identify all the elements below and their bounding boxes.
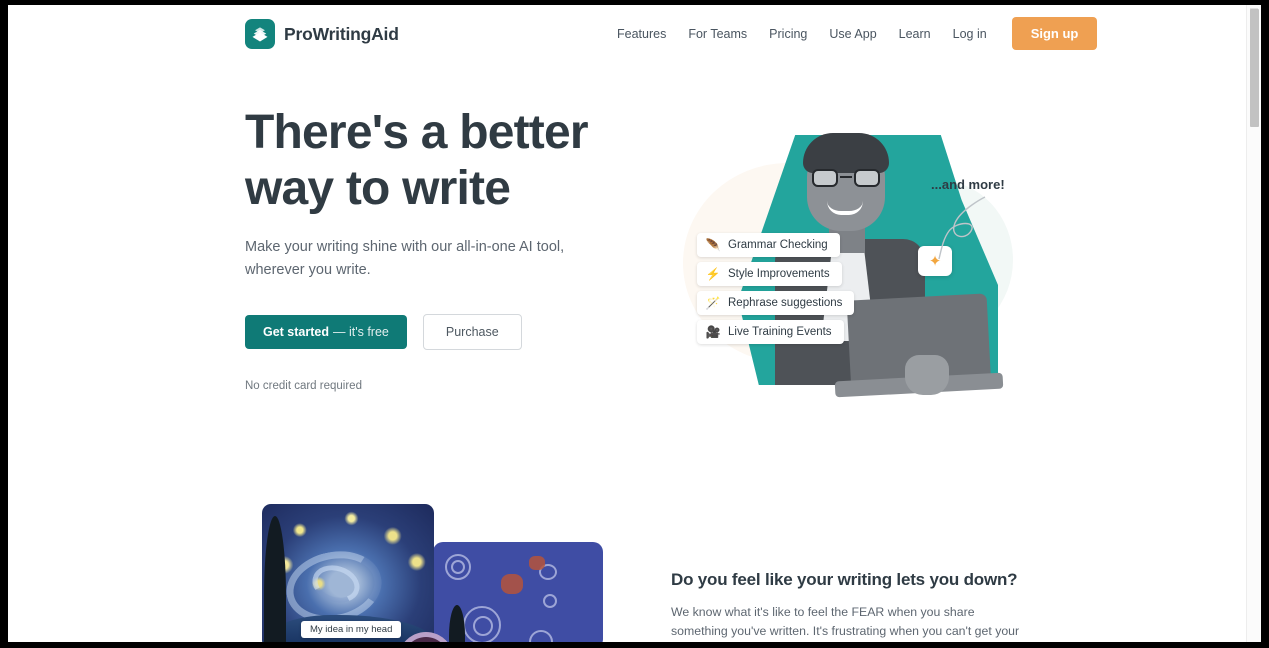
and-more-label: ...and more! xyxy=(931,177,1005,192)
sign-up-button[interactable]: Sign up xyxy=(1011,17,1098,50)
page-scrollbar[interactable] xyxy=(1246,5,1261,642)
feature-chip-label: Live Training Events xyxy=(728,326,832,338)
stacked-pages-logo-icon xyxy=(245,19,275,49)
idea-caption-label: My idea in my head xyxy=(301,621,402,638)
feature-chip-rephrase-suggestions[interactable]: 🪄 Rephrase suggestions xyxy=(697,291,855,315)
video-camera-icon: 🎥 xyxy=(705,325,721,339)
feature-chip-label: Style Improvements xyxy=(728,268,830,280)
browser-viewport: ProWritingAid Features For Teams Pricing… xyxy=(8,5,1261,642)
feature-chip-list: 🪶 Grammar Checking ⚡ Style Improvements … xyxy=(697,233,855,344)
hero-title-line-2: way to write xyxy=(245,162,511,215)
blue-doodle-panel xyxy=(433,542,603,642)
purchase-button[interactable]: Purchase xyxy=(422,314,522,350)
get-started-free-note: — it's free xyxy=(333,325,389,339)
feature-chip-style-improvements[interactable]: ⚡ Style Improvements xyxy=(697,262,842,286)
site-header: ProWritingAid Features For Teams Pricing… xyxy=(8,5,1246,61)
scrollbar-thumb[interactable] xyxy=(1250,9,1259,127)
feature-chip-label: Grammar Checking xyxy=(728,239,828,251)
get-started-label: Get started xyxy=(263,325,329,339)
main-navigation: Features For Teams Pricing Use App Learn… xyxy=(606,17,1098,50)
feature-chip-grammar-checking[interactable]: 🪶 Grammar Checking xyxy=(697,233,840,257)
nav-item-use-app[interactable]: Use App xyxy=(818,19,887,49)
glasses-icon xyxy=(810,169,882,187)
cypress-tree-silhouette xyxy=(449,605,465,642)
cypress-tree xyxy=(264,516,286,642)
hero-title: There's a better way to write xyxy=(245,105,645,217)
section-two-title: Do you feel like your writing lets you d… xyxy=(671,570,1018,589)
hero-cta-group: Get started — it's free Purchase xyxy=(245,314,645,350)
hero-title-line-1: There's a better xyxy=(245,106,589,159)
person-hand xyxy=(905,355,949,395)
brand-name: ProWritingAid xyxy=(284,23,399,44)
section-two-copy: Do you feel like your writing lets you d… xyxy=(671,570,1026,642)
nav-item-for-teams[interactable]: For Teams xyxy=(677,19,758,49)
hero-subtitle: Make your writing shine with our all-in-… xyxy=(245,239,565,278)
feature-chip-live-training-events[interactable]: 🎥 Live Training Events xyxy=(697,320,844,344)
nav-item-features[interactable]: Features xyxy=(606,19,677,49)
section-two-body: We know what it's like to feel the FEAR … xyxy=(671,605,1020,638)
magic-wand-icon: 🪄 xyxy=(705,296,721,310)
brand-logo-link[interactable]: ProWritingAid xyxy=(245,19,399,49)
curly-pointer-line xyxy=(938,196,986,260)
no-credit-card-note: No credit card required xyxy=(245,380,362,392)
feature-chip-label: Rephrase suggestions xyxy=(728,297,843,309)
page-content: ProWritingAid Features For Teams Pricing… xyxy=(8,5,1246,642)
nav-item-log-in[interactable]: Log in xyxy=(942,19,998,49)
starry-night-illustration: My idea in my head xyxy=(253,504,603,642)
hero-illustration: ✦ ...and more! 🪶 Grammar Checking ⚡ Styl… xyxy=(663,105,1043,400)
person-hair xyxy=(803,133,889,173)
browser-screenshot: ProWritingAid Features For Teams Pricing… xyxy=(0,0,1269,648)
feather-pen-icon: 🪶 xyxy=(705,238,721,252)
nav-item-pricing[interactable]: Pricing xyxy=(758,19,818,49)
hero-copy-block: There's a better way to write Make your … xyxy=(245,105,645,392)
lightning-bolt-icon: ⚡ xyxy=(705,267,721,281)
nav-item-learn[interactable]: Learn xyxy=(888,19,942,49)
get-started-button[interactable]: Get started — it's free xyxy=(245,315,407,349)
